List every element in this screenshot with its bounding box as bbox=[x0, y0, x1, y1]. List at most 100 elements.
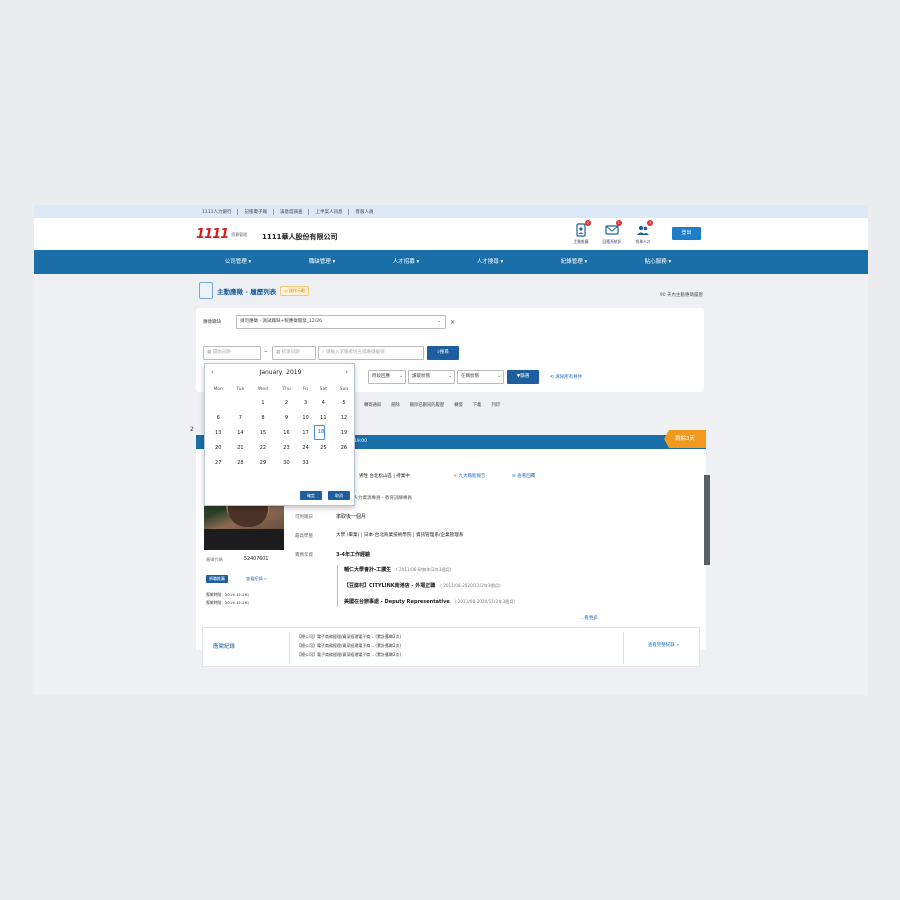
calendar-day[interactable]: 19 bbox=[333, 425, 355, 440]
calendar-day[interactable]: 17 bbox=[297, 425, 313, 440]
calendar-day[interactable]: 4 bbox=[314, 395, 333, 410]
clear-job-icon[interactable]: × bbox=[450, 319, 455, 326]
calendar-day[interactable]: 20 bbox=[206, 440, 230, 455]
calendar-day[interactable]: 8 bbox=[250, 410, 275, 425]
response-filter[interactable]: 時段回應 ⌄ bbox=[368, 370, 406, 384]
nav-records[interactable]: 紀錄管理 ▾ bbox=[532, 250, 616, 274]
nav-services[interactable]: 貼心服務 ▾ bbox=[616, 250, 700, 274]
ability-report-link[interactable]: ★ 九大職能報告 bbox=[453, 473, 485, 479]
calendar-day[interactable]: 1 bbox=[250, 395, 275, 410]
calendar-day[interactable]: 6 bbox=[206, 410, 230, 425]
calendar-day[interactable]: 29 bbox=[250, 455, 275, 470]
calendar-day[interactable]: 18 bbox=[313, 425, 326, 440]
experience-item: 美國在台辦事處 - Deputy Representative( 2011/08… bbox=[344, 599, 516, 605]
date-start-input[interactable]: ▦ 開始日期 bbox=[203, 346, 261, 360]
logout-button[interactable]: 登出 bbox=[672, 227, 701, 240]
people-icon: 3 bbox=[636, 220, 653, 237]
site-header: 1111 招募管理 1111華人股份有限公司 2 主動推薦 1 回應系統訊 3 … bbox=[34, 218, 868, 250]
topbar-link[interactable]: 滿意度調查 bbox=[274, 208, 310, 215]
calendar-day[interactable]: 30 bbox=[276, 455, 298, 470]
weekday-label: Sat bbox=[319, 387, 328, 392]
apply-date: 應徵時間：2019-12-26 | bbox=[206, 600, 250, 605]
job-select-value: 請勿應徵 - 測試職缺+製應徵開發_12/26 bbox=[240, 319, 322, 324]
screenshot-frame: 1111人力銀行 記帳電子報 滿意度調查 上半案人訊息 客服人員 1111 招募… bbox=[34, 205, 868, 695]
calendar-day[interactable]: 31 bbox=[297, 455, 313, 470]
calendar-day[interactable]: 25 bbox=[314, 440, 333, 455]
header-icon-talent[interactable]: 3 找尋人才 bbox=[631, 220, 655, 245]
full-record-link[interactable]: 查看完整紀錄 » bbox=[648, 642, 679, 648]
header-icon-recommend[interactable]: 2 主動推薦 bbox=[569, 220, 593, 245]
calendar-day[interactable]: 24 bbox=[297, 440, 313, 455]
job-select[interactable]: 請勿應徵 - 測試職缺+製應徵開發_12/26 ⌄ bbox=[236, 315, 446, 329]
calendar-day[interactable]: 15 bbox=[250, 425, 275, 440]
date-end-input[interactable]: ▦ 結束日期 bbox=[272, 346, 316, 360]
chevron-down-icon: ⌄ bbox=[448, 374, 452, 379]
calendar-day[interactable]: 21 bbox=[230, 440, 250, 455]
brand-logo[interactable]: 1111 招募管理 bbox=[196, 227, 247, 242]
toolbar-print[interactable]: 列印 bbox=[491, 402, 500, 408]
application-records: 應徵紀錄 【總公司】電子商務經理/資深經理電子商... (累計應徵2次) 【總公… bbox=[202, 627, 700, 667]
confirm-button[interactable]: 確定 bbox=[300, 491, 322, 500]
timeline-line bbox=[337, 565, 338, 607]
topbar-link[interactable]: 記帳電子報 bbox=[238, 208, 274, 215]
see-more-link[interactable]: ...看更多 bbox=[580, 615, 598, 621]
calendar-day[interactable]: 27 bbox=[206, 455, 230, 470]
applicant-id-label: 應徵代碼 bbox=[206, 557, 223, 562]
calendar-day[interactable]: 22 bbox=[250, 440, 275, 455]
calendar-day[interactable]: 26 bbox=[333, 440, 355, 455]
experience-item: 【豆腐村】CITYLINK南港店 - 外場正職( 2011/08-2020/11… bbox=[344, 583, 501, 589]
weekday-label: Mon bbox=[213, 387, 223, 392]
weekday-label: Fri bbox=[302, 387, 309, 392]
keyword-placeholder: 請輸入求職者姓名或應徵編號 bbox=[325, 350, 385, 355]
topbar-link[interactable]: 上半案人訊息 bbox=[309, 208, 350, 215]
header-icon-messages[interactable]: 1 回應系統訊 bbox=[600, 220, 624, 245]
calendar-day[interactable]: 13 bbox=[206, 425, 230, 440]
clear-all-link[interactable]: ⟲ 清除所有條件 bbox=[550, 374, 582, 380]
badge-count: 2 bbox=[584, 220, 591, 226]
toolbar-download[interactable]: 下載 bbox=[473, 402, 482, 408]
calendar-day[interactable]: 12 bbox=[333, 410, 355, 425]
nav-search[interactable]: 人才搜尋 ▾ bbox=[448, 250, 532, 274]
read-filter[interactable]: 讀取狀態 ⌄ bbox=[408, 370, 455, 384]
logo-subtitle: 招募管理 bbox=[231, 232, 248, 237]
keyword-input[interactable]: ⌕ 請輸入求職者姓名或應徵編號 bbox=[318, 346, 424, 360]
reply-link[interactable]: ✉ 查看回覆 bbox=[512, 473, 535, 479]
calendar-day[interactable]: 28 bbox=[230, 455, 250, 470]
scrollbar[interactable] bbox=[704, 475, 710, 565]
calendar-day[interactable]: 11 bbox=[314, 410, 333, 425]
nav-jobs[interactable]: 職缺管理 ▾ bbox=[280, 250, 364, 274]
experience-label: 實務年資 bbox=[295, 553, 313, 558]
company-name: 1111華人股份有限公司 bbox=[262, 233, 338, 241]
calendar-day[interactable]: 16 bbox=[276, 425, 298, 440]
cancel-button[interactable]: 取消 bbox=[328, 491, 350, 500]
nav-recruit[interactable]: 人才招募 ▾ bbox=[364, 250, 448, 274]
search-button[interactable]: ⌕搜尋 bbox=[427, 346, 459, 360]
topbar-link[interactable]: 1111人力銀行 bbox=[196, 208, 239, 215]
calendar-day[interactable]: 3 bbox=[297, 395, 313, 410]
toolbar-delete-dup[interactable]: 刪除已刪同的履歷 bbox=[410, 402, 444, 408]
badge-count: 3 bbox=[646, 220, 653, 226]
calendar-day[interactable]: 10 bbox=[297, 410, 313, 425]
calendar-empty-cell bbox=[230, 395, 250, 410]
calendar-day[interactable]: 2 bbox=[276, 395, 298, 410]
calendar-day[interactable]: 14 bbox=[230, 425, 250, 440]
topbar-link[interactable]: 客服人員 bbox=[349, 209, 379, 215]
calendar-day[interactable]: 7 bbox=[230, 410, 250, 425]
header-icon-label: 找尋人才 bbox=[635, 239, 651, 244]
toolbar-transfer[interactable]: 轉發 bbox=[454, 402, 463, 408]
status-filter[interactable]: 在職狀態 ⌄ bbox=[457, 370, 504, 384]
filter-button[interactable]: ▼篩選 bbox=[507, 370, 539, 384]
calendar-day[interactable]: 5 bbox=[333, 395, 355, 410]
calendar-day[interactable]: 23 bbox=[276, 440, 298, 455]
toolbar-delete[interactable]: 刪除 bbox=[391, 402, 400, 408]
demo-tag[interactable]: ◎ 操作示範 bbox=[280, 285, 309, 296]
status-badge: 將職推薦 bbox=[206, 575, 228, 583]
page-title: 主動應徵 - 履歷列表 bbox=[217, 287, 277, 296]
toolbar-forward[interactable]: 轉寄通知 bbox=[364, 402, 381, 408]
calendar-day[interactable]: 9 bbox=[276, 410, 298, 425]
nav-company[interactable]: 公司管理 ▾ bbox=[196, 250, 280, 274]
next-month-icon[interactable]: › bbox=[345, 368, 348, 376]
view-record-link[interactable]: 查看紀錄 » bbox=[246, 576, 267, 582]
chevron-down-icon: ⌄ bbox=[497, 374, 501, 379]
education-value: 大學 (畢業) | 日本-台北商業技術學院 | 資訊管理系/企業管理系 bbox=[336, 533, 464, 538]
